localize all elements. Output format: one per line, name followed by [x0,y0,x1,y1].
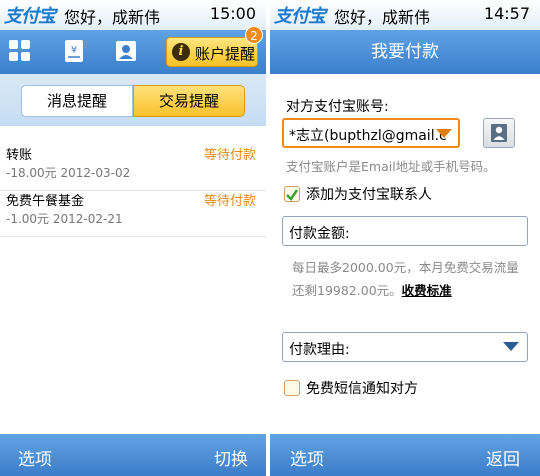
contact-card-icon[interactable] [114,39,138,63]
options-softkey[interactable]: 选项 [290,445,324,470]
account-label: 对方支付宝账号: [286,99,389,115]
toolbar: ¥ i 账户提醒 2 [0,26,266,74]
add-contact-label: 添加为支付宝联系人 [306,187,432,203]
add-contact-checkbox[interactable] [284,186,300,202]
contact-card-icon [491,124,507,142]
trade-reminder-screen: 支付宝 您好，成新伟 15:00 ¥ i 账户提醒 2 消息提醒 交易提醒 转账… [0,0,266,476]
trade-amount-date: -18.00元 2012-03-02 [6,166,131,180]
clock: 15:00 [209,4,256,23]
account-hint: 支付宝账户是Email地址或手机号码。 [286,159,496,174]
checkmark-icon [286,189,299,201]
account-reminder-button[interactable]: i 账户提醒 [166,37,258,67]
back-softkey[interactable]: 返回 [486,445,520,470]
svg-text:¥: ¥ [71,45,77,56]
softkey-bar: 选项 切换 [0,434,266,476]
amount-placeholder: 付款金额: [289,226,350,242]
trade-status: 等待付款 [203,194,256,209]
trade-amount-date: -1.00元 2012-02-21 [6,212,123,226]
reason-placeholder: 付款理由: [289,342,350,358]
chevron-down-icon [436,129,452,138]
choose-contact-button[interactable] [483,118,515,148]
grid-menu-icon[interactable] [8,39,32,63]
info-icon: i [172,43,190,61]
fee-standard-link[interactable]: 收费标准 [402,283,452,298]
alipay-logo: 支付宝 [274,6,326,27]
account-reminder-label: 账户提醒 [195,45,256,63]
alipay-logo: 支付宝 [4,6,56,27]
reminder-tabs: 消息提醒 交易提醒 [0,74,266,126]
payment-reason-select[interactable]: 付款理由: [282,332,528,362]
greeting-text: 您好，成新伟 [64,8,161,27]
sms-notify-label: 免费短信通知对方 [306,381,418,397]
tab-trade-reminder[interactable]: 交易提醒 [133,85,245,117]
bill-icon[interactable]: ¥ [62,39,86,63]
options-softkey[interactable]: 选项 [18,445,52,470]
notification-badge: 2 [245,26,263,44]
clock: 14:57 [483,4,530,23]
payment-screen: 支付宝 您好，成新伟 14:57 我要付款 对方支付宝账号: *志立(bupth… [270,0,540,476]
recipient-account-value: *志立(bupthzl@gmail.c [289,128,447,144]
trade-title: 免费午餐基金 [6,194,85,209]
tab-message-reminder[interactable]: 消息提醒 [21,85,133,117]
switch-softkey[interactable]: 切换 [214,445,248,470]
amount-field[interactable]: 付款金额: [282,216,528,246]
page-title: 我要付款 [270,30,540,74]
chevron-down-icon [503,342,519,351]
trade-status: 等待付款 [203,148,256,163]
status-bar: 支付宝 您好，成新伟 14:57 [270,0,540,31]
status-bar: 支付宝 您好，成新伟 15:00 [0,0,266,31]
trade-title: 转账 [6,148,33,163]
softkey-bar: 选项 返回 [270,434,540,476]
recipient-account-select[interactable]: *志立(bupthzl@gmail.c [282,118,460,148]
trade-row[interactable]: 免费午餐基金 等待付款 -1.00元 2012-02-21 [0,180,266,237]
daily-limit-note: 每日最多2000.00元，本月免费交易流量还剩19982.00元。收费标准 [292,256,522,302]
greeting-text: 您好，成新伟 [334,8,431,27]
sms-notify-checkbox[interactable] [284,380,300,396]
